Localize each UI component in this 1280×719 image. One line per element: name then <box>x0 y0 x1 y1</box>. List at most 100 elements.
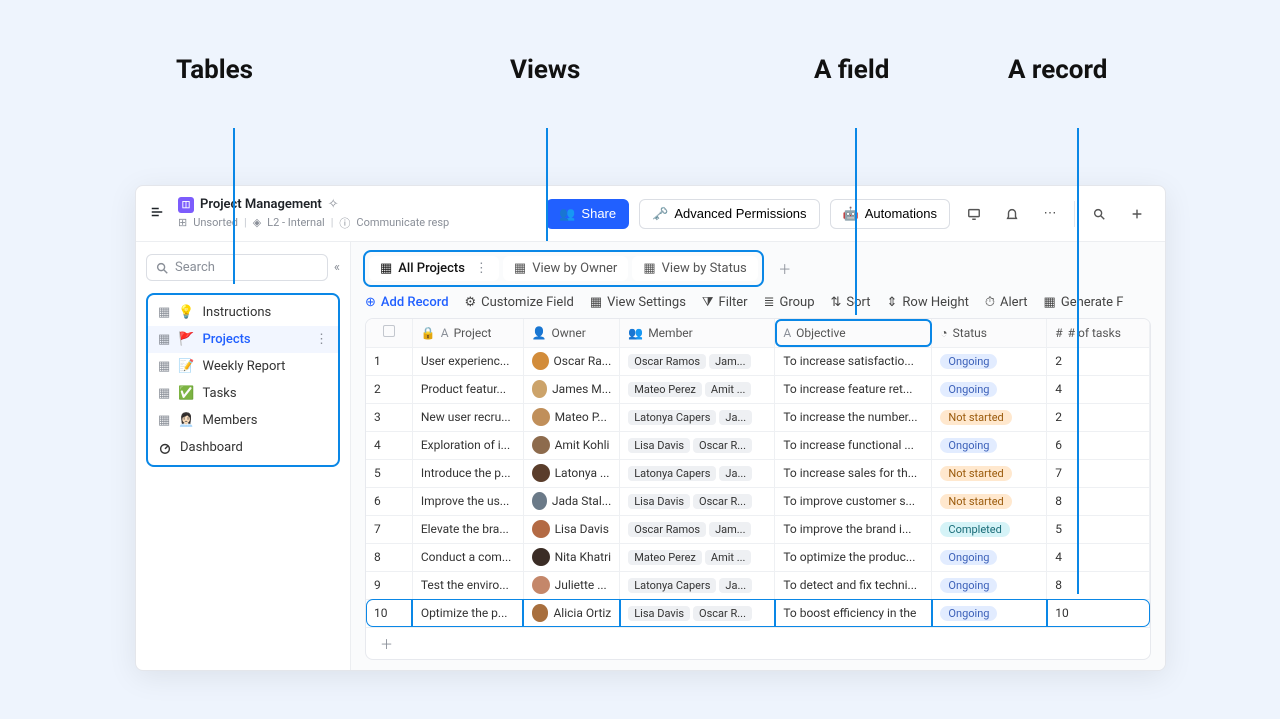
cell-project[interactable]: Product featur... <box>412 375 523 403</box>
collapse-sidebar-icon[interactable]: « <box>334 260 340 275</box>
sidebar-item-instructions[interactable]: ▦💡Instructions <box>148 299 338 326</box>
cell-status[interactable]: Not started <box>932 459 1047 487</box>
member-chip[interactable]: Oscar R... <box>693 606 752 621</box>
table-row[interactable]: 7Elevate the bra...Lisa DavisOscar Ramos… <box>366 515 1150 543</box>
member-chip[interactable]: Ja... <box>719 410 752 425</box>
member-chip[interactable]: Latonya Capers <box>628 578 716 593</box>
more-icon[interactable]: ⋮ <box>315 332 328 347</box>
view-tab[interactable]: ▦All Projects⋮ <box>369 256 499 281</box>
cell-member[interactable]: Mateo PerezAmit ... <box>620 543 775 571</box>
sidebar-item-tasks[interactable]: ▦✅Tasks <box>148 380 338 407</box>
cell-objective[interactable]: To detect and fix techni... <box>775 571 932 599</box>
cell-member[interactable]: Oscar RamosJam... <box>620 347 775 375</box>
cell-status[interactable]: Ongoing <box>932 599 1047 627</box>
select-all-checkbox[interactable] <box>383 325 395 337</box>
cell-project[interactable]: Improve the us... <box>412 487 523 515</box>
sidebar-item-dashboard[interactable]: Dashboard <box>148 434 338 461</box>
add-row-button[interactable]: ＋ <box>366 628 1150 659</box>
cell-project[interactable]: Introduce the p... <box>412 459 523 487</box>
cell-member[interactable]: Latonya CapersJa... <box>620 459 775 487</box>
cell-owner[interactable]: Amit Kohli <box>523 431 620 459</box>
member-chip[interactable]: Jam... <box>709 522 751 537</box>
member-chip[interactable]: Latonya Capers <box>628 410 716 425</box>
view-tab[interactable]: ▦View by Status <box>632 256 757 281</box>
cell-member[interactable]: Lisa DavisOscar R... <box>620 599 775 627</box>
cell-objective[interactable]: To optimize the produc... <box>775 543 932 571</box>
more-icon[interactable]: ⋮ <box>475 261 488 276</box>
cell-owner[interactable]: Mateo P... <box>523 403 620 431</box>
cell-member[interactable]: Latonya CapersJa... <box>620 403 775 431</box>
column-tasks[interactable]: ## of tasks <box>1047 319 1150 347</box>
member-chip[interactable]: Ja... <box>719 466 752 481</box>
table-row[interactable]: 10Optimize the p...Alicia OrtizLisa Davi… <box>366 599 1150 627</box>
member-chip[interactable]: Oscar R... <box>693 494 752 509</box>
cell-tasks[interactable]: 2 <box>1047 403 1150 431</box>
customize-field-button[interactable]: ⚙Customize Field <box>465 295 574 310</box>
table-row[interactable]: 3New user recru...Mateo P...Latonya Cape… <box>366 403 1150 431</box>
cell-tasks[interactable]: 7 <box>1047 459 1150 487</box>
cell-member[interactable]: Latonya CapersJa... <box>620 571 775 599</box>
cell-owner[interactable]: Lisa Davis <box>523 515 620 543</box>
filter-button[interactable]: ⧩Filter <box>702 295 748 310</box>
plus-icon[interactable] <box>1123 200 1151 228</box>
cell-status[interactable]: Ongoing <box>932 375 1047 403</box>
cell-objective[interactable]: To improve the brand i... <box>775 515 932 543</box>
cell-project[interactable]: New user recru... <box>412 403 523 431</box>
cell-owner[interactable]: Nita Khatri <box>523 543 620 571</box>
more-icon[interactable]: ⋯ <box>1036 200 1064 228</box>
cell-project[interactable]: Test the enviro... <box>412 571 523 599</box>
cell-project[interactable]: Elevate the bra... <box>412 515 523 543</box>
cell-status[interactable]: Ongoing <box>932 543 1047 571</box>
cell-owner[interactable]: Alicia Ortiz <box>523 599 620 627</box>
sort-button[interactable]: ⇅Sort <box>831 295 871 310</box>
cell-owner[interactable]: Jada Stal... <box>523 487 620 515</box>
advanced-permissions-button[interactable]: 🗝️ Advanced Permissions <box>639 199 819 229</box>
cell-project[interactable]: User experienc... <box>412 347 523 375</box>
cell-owner[interactable]: Latonya ... <box>523 459 620 487</box>
member-chip[interactable]: Ja... <box>719 578 752 593</box>
member-chip[interactable]: Oscar Ramos <box>628 522 706 537</box>
cell-objective[interactable]: To increase the number... <box>775 403 932 431</box>
cell-tasks[interactable]: 8 <box>1047 571 1150 599</box>
cell-tasks[interactable]: 8 <box>1047 487 1150 515</box>
cell-objective[interactable]: To boost efficiency in the <box>775 599 932 627</box>
security-label[interactable]: L2 - Internal <box>267 216 325 229</box>
cell-objective[interactable]: To increase sales for th... <box>775 459 932 487</box>
cell-member[interactable]: Oscar RamosJam... <box>620 515 775 543</box>
row-height-button[interactable]: ⇕Row Height <box>887 295 969 310</box>
column-project[interactable]: 🔒AProject <box>412 319 523 347</box>
cell-status[interactable]: Not started <box>932 403 1047 431</box>
menu-toggle-icon[interactable] <box>150 205 168 223</box>
cell-project[interactable]: Exploration of i... <box>412 431 523 459</box>
cell-tasks[interactable]: 10 <box>1047 599 1150 627</box>
sidebar-item-projects[interactable]: ▦🚩Projects⋮ <box>148 326 338 353</box>
cell-status[interactable]: Not started <box>932 487 1047 515</box>
cell-tasks[interactable]: 5 <box>1047 515 1150 543</box>
search-icon[interactable] <box>1085 200 1113 228</box>
cell-tasks[interactable]: 4 <box>1047 375 1150 403</box>
cell-project[interactable]: Conduct a com... <box>412 543 523 571</box>
cell-objective[interactable]: To increase feature ret... <box>775 375 932 403</box>
column-owner[interactable]: 👤Owner <box>523 319 620 347</box>
table-row[interactable]: 8Conduct a com...Nita KhatriMateo PerezA… <box>366 543 1150 571</box>
member-chip[interactable]: Oscar Ramos <box>628 354 706 369</box>
table-row[interactable]: 9Test the enviro...Juliette ...Latonya C… <box>366 571 1150 599</box>
member-chip[interactable]: Amit ... <box>705 382 752 397</box>
cell-member[interactable]: Mateo PerezAmit ... <box>620 375 775 403</box>
sidebar-item-weekly-report[interactable]: ▦📝Weekly Report <box>148 353 338 380</box>
pin-icon[interactable]: ✧ <box>328 197 339 212</box>
cell-status[interactable]: Ongoing <box>932 571 1047 599</box>
search-input[interactable]: Search <box>146 254 328 281</box>
view-settings-button[interactable]: ▦View Settings <box>590 295 686 310</box>
base-title[interactable]: Project Management <box>200 197 322 212</box>
folder-label[interactable]: Unsorted <box>193 216 238 229</box>
table-row[interactable]: 6Improve the us...Jada Stal...Lisa Davis… <box>366 487 1150 515</box>
member-chip[interactable]: Amit ... <box>705 550 752 565</box>
cell-tasks[interactable]: 4 <box>1047 543 1150 571</box>
cell-objective[interactable]: To increase satisfactio... <box>775 347 932 375</box>
add-view-button[interactable]: ＋ <box>772 256 798 282</box>
member-chip[interactable]: Lisa Davis <box>628 438 690 453</box>
member-chip[interactable]: Lisa Davis <box>628 494 690 509</box>
cell-objective[interactable]: To increase functional ... <box>775 431 932 459</box>
table-row[interactable]: 5Introduce the p...Latonya ...Latonya Ca… <box>366 459 1150 487</box>
